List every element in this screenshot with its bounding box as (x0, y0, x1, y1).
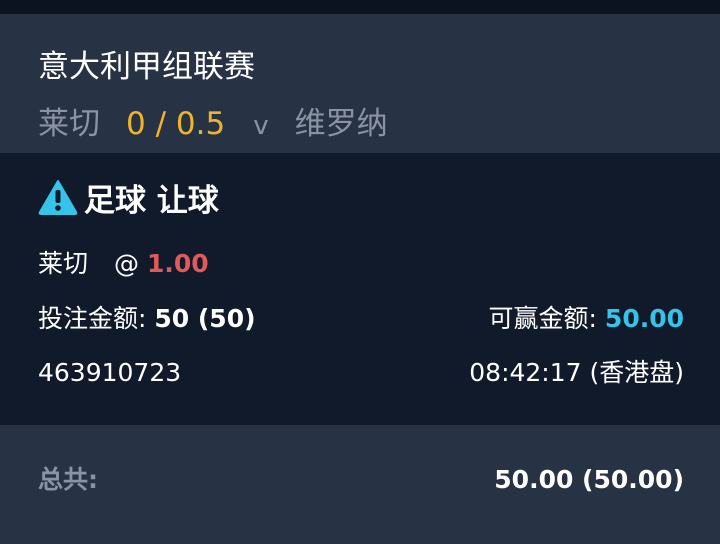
bet-time: 08:42:17 (香港盘) (469, 358, 684, 387)
warning-icon (38, 180, 78, 215)
versus-label: v (253, 111, 269, 141)
stake-value: 50 (50) (154, 304, 256, 333)
handicap-line: 0 / 0.5 (126, 106, 226, 142)
ticket-info-row: 463910723 08:42:17 (香港盘) (38, 360, 684, 385)
odds-prefix: @ (114, 249, 140, 278)
total-value: 50.00 (50.00) (494, 465, 684, 494)
bet-type-title: 足球 让球 (84, 182, 219, 219)
away-team: 维罗纳 (294, 106, 388, 142)
match-line: 莱切 0 / 0.5 v 维罗纳 (38, 109, 718, 140)
match-header: 意大利甲组联赛 莱切 0 / 0.5 v 维罗纳 (0, 14, 720, 153)
selection-row: 莱切 @ 1.00 (38, 251, 684, 276)
stake-row: 投注金额: 50 (50) 可赢金额: 50.00 (38, 306, 684, 331)
win-label: 可赢金额: (488, 304, 597, 333)
potential-win: 可赢金额: 50.00 (489, 306, 684, 331)
stake-label: 投注金额: (38, 304, 147, 333)
win-value: 50.00 (604, 304, 684, 333)
home-team: 莱切 (38, 106, 100, 142)
selection-team: 莱切 (38, 249, 89, 278)
odds-value: 1.00 (146, 249, 209, 278)
total-bar: 总共: 50.00 (50.00) (0, 425, 720, 544)
bet-id: 463910723 (38, 358, 182, 387)
bet-type-heading: 足球 让球 (38, 177, 219, 219)
total-label: 总共: (38, 465, 98, 494)
bet-slip-card: 足球 让球 莱切 @ 1.00 投注金额: 50 (50) 可赢金额: 50.00… (0, 153, 720, 425)
league-name: 意大利甲组联赛 (38, 49, 255, 85)
